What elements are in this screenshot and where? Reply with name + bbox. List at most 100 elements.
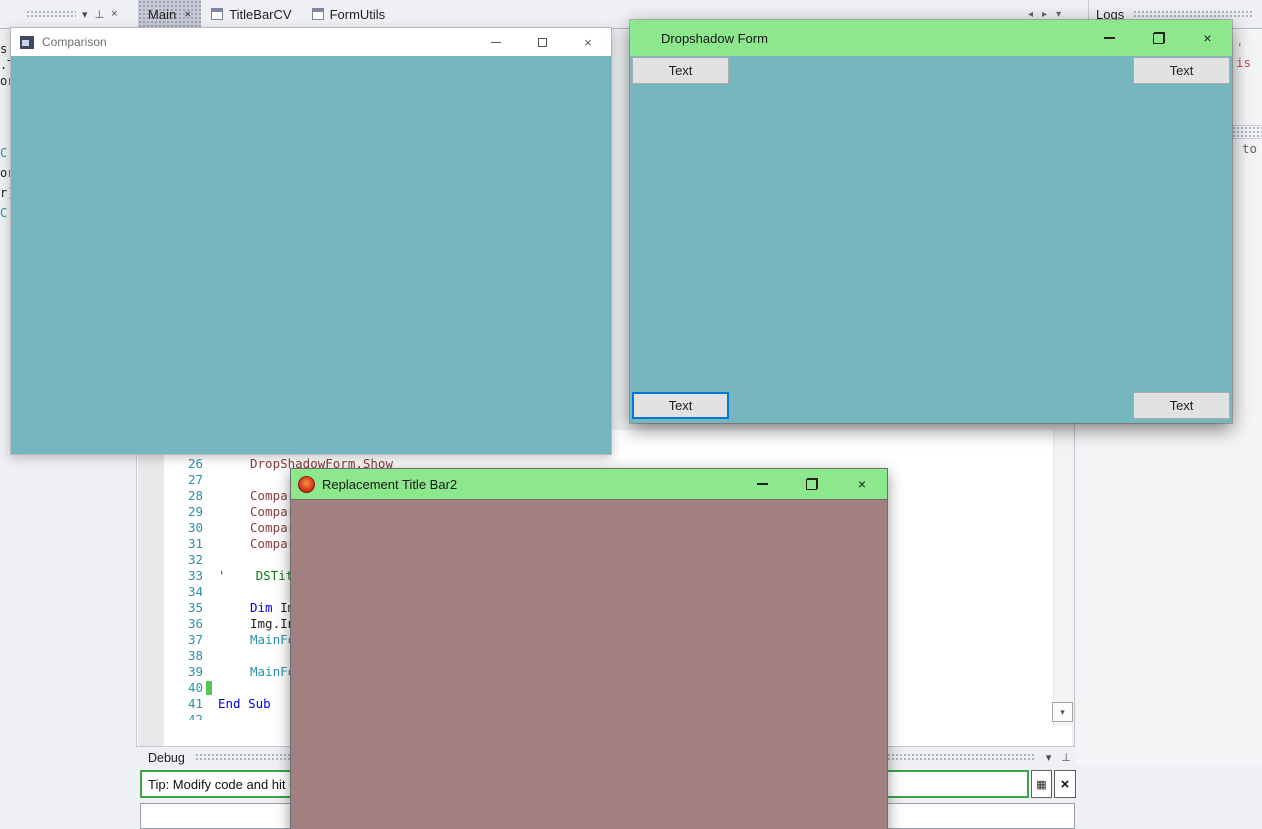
- restore-icon: [806, 478, 818, 490]
- line-number: 36: [187, 616, 203, 631]
- change-bar: [206, 601, 212, 615]
- dropshadow-minimize-button[interactable]: [1085, 20, 1134, 56]
- code-text: Compar: [218, 504, 295, 520]
- line-number: 31: [187, 536, 203, 551]
- text-button-bottom-right[interactable]: Text: [1133, 392, 1230, 419]
- debug-header-buttons: ▾ ⊥: [1046, 751, 1071, 764]
- dropshadow-form-window[interactable]: Dropshadow Form × Text Text Text Text: [630, 20, 1232, 423]
- change-bar: [206, 585, 212, 599]
- line-number: 42: [187, 712, 203, 720]
- logs-drag-handle[interactable]: [1133, 9, 1254, 19]
- code-segment: Dim: [250, 600, 281, 615]
- replacement-minimize-button[interactable]: [737, 469, 787, 499]
- line-number: 35: [187, 600, 203, 615]
- replacement-client-area: [291, 500, 887, 829]
- change-bar: [206, 649, 212, 663]
- form-icon: [311, 8, 324, 20]
- change-bar: [206, 553, 212, 567]
- clipped-text-fragment: to: [1242, 141, 1258, 156]
- change-bar: [206, 617, 212, 631]
- minimize-icon: [491, 41, 501, 43]
- code-segment: Compar: [250, 504, 296, 519]
- code-segment: Compar: [250, 536, 296, 551]
- comparison-window[interactable]: Comparison ×: [10, 27, 612, 455]
- change-bar: [206, 489, 212, 503]
- nav-dropdown-icon[interactable]: ▾: [1056, 9, 1061, 20]
- maximize-icon: [537, 37, 547, 47]
- close-icon: ×: [1203, 30, 1212, 46]
- dropshadow-close-button[interactable]: ×: [1183, 20, 1232, 56]
- replacement-app-icon: [298, 475, 315, 493]
- text-button-top-left[interactable]: Text: [632, 57, 729, 84]
- tab-titlebarcv[interactable]: TitleBarCV: [201, 0, 301, 28]
- comparison-maximize-button[interactable]: [519, 28, 565, 56]
- tab-formutils[interactable]: FormUtils: [302, 0, 396, 28]
- code-segment: End Sub: [218, 696, 271, 711]
- change-bar: [206, 537, 212, 551]
- change-bar: [206, 665, 212, 679]
- comparison-minimize-button[interactable]: [473, 28, 519, 56]
- form-icon: [211, 8, 224, 20]
- code-text: Compar: [218, 488, 295, 504]
- tab-close-icon[interactable]: ×: [184, 7, 191, 21]
- change-bar: [206, 521, 212, 535]
- code-text: Dim Im: [218, 600, 295, 616]
- pane-close-icon[interactable]: ×: [111, 8, 117, 20]
- tab-label: Main: [148, 6, 177, 22]
- line-number: 40: [187, 680, 203, 695]
- text-button-bottom-left[interactable]: Text: [632, 392, 729, 419]
- code-segment: MainFo: [250, 664, 296, 679]
- code-text: Compar: [218, 520, 295, 536]
- change-bar: [206, 473, 212, 487]
- code-text: MainFo: [218, 632, 295, 648]
- editor-vertical-scrollbar[interactable]: [1053, 430, 1073, 726]
- dropshadow-titlebar[interactable]: Dropshadow Form ×: [630, 20, 1232, 56]
- replacement-window[interactable]: Replacement Title Bar2 ×: [290, 468, 888, 829]
- nav-forward-icon[interactable]: ▸: [1042, 9, 1047, 20]
- line-number: 30: [187, 520, 203, 535]
- tab-label: TitleBarCV: [229, 6, 292, 22]
- code-text: Compar: [218, 536, 295, 552]
- comparison-client-area: [11, 56, 611, 454]
- replacement-close-button[interactable]: ×: [837, 469, 887, 499]
- scrollbar-down-button[interactable]: ▾: [1052, 702, 1073, 722]
- tab-main[interactable]: Main ×: [138, 0, 202, 28]
- code-segment: Compar: [250, 520, 296, 535]
- replacement-titlebar[interactable]: Replacement Title Bar2 ×: [291, 469, 887, 500]
- pane-drag-handle[interactable]: [26, 10, 76, 19]
- code-segment: Img.In: [250, 616, 296, 631]
- debug-grid-button[interactable]: ▦: [1031, 770, 1052, 798]
- comparison-close-button[interactable]: ×: [565, 28, 611, 56]
- text-button-top-right[interactable]: Text: [1133, 57, 1230, 84]
- change-bar: [206, 633, 212, 647]
- pane-menu-icon[interactable]: ▾: [82, 8, 88, 21]
- line-number: 41: [187, 696, 203, 711]
- replacement-restore-button[interactable]: [787, 469, 837, 499]
- code-segment: Compar: [250, 488, 296, 503]
- debug-clear-button[interactable]: ×: [1054, 770, 1076, 798]
- restore-icon: [1152, 32, 1165, 44]
- change-bar: [206, 713, 212, 720]
- debug-menu-icon[interactable]: ▾: [1046, 751, 1052, 764]
- debug-panel-title: Debug: [148, 750, 185, 765]
- line-number: 29: [187, 504, 203, 519]
- pane-pin-icon[interactable]: ⊥: [95, 8, 105, 21]
- code-text: Img.In: [218, 616, 295, 632]
- dropshadow-restore-button[interactable]: [1134, 20, 1183, 56]
- code-text: ' DSTitl: [218, 568, 301, 584]
- replacement-window-controls: ×: [737, 469, 887, 499]
- code-text: End Sub: [218, 696, 271, 712]
- line-number: 38: [187, 648, 203, 663]
- minimize-icon: [1104, 37, 1115, 39]
- line-number: 33: [187, 568, 203, 583]
- line-number: 39: [187, 664, 203, 679]
- pane-header-buttons: ▾ ⊥ ×: [82, 0, 118, 28]
- nav-back-icon[interactable]: ◂: [1028, 9, 1033, 20]
- line-number: 26: [187, 456, 203, 471]
- comparison-titlebar[interactable]: Comparison ×: [11, 28, 611, 56]
- tool-pane-header: ▾ ⊥ ×: [0, 0, 132, 28]
- change-bar: [206, 505, 212, 519]
- line-number: 28: [187, 488, 203, 503]
- change-bar: [206, 681, 212, 695]
- debug-pin-icon[interactable]: ⊥: [1061, 751, 1071, 764]
